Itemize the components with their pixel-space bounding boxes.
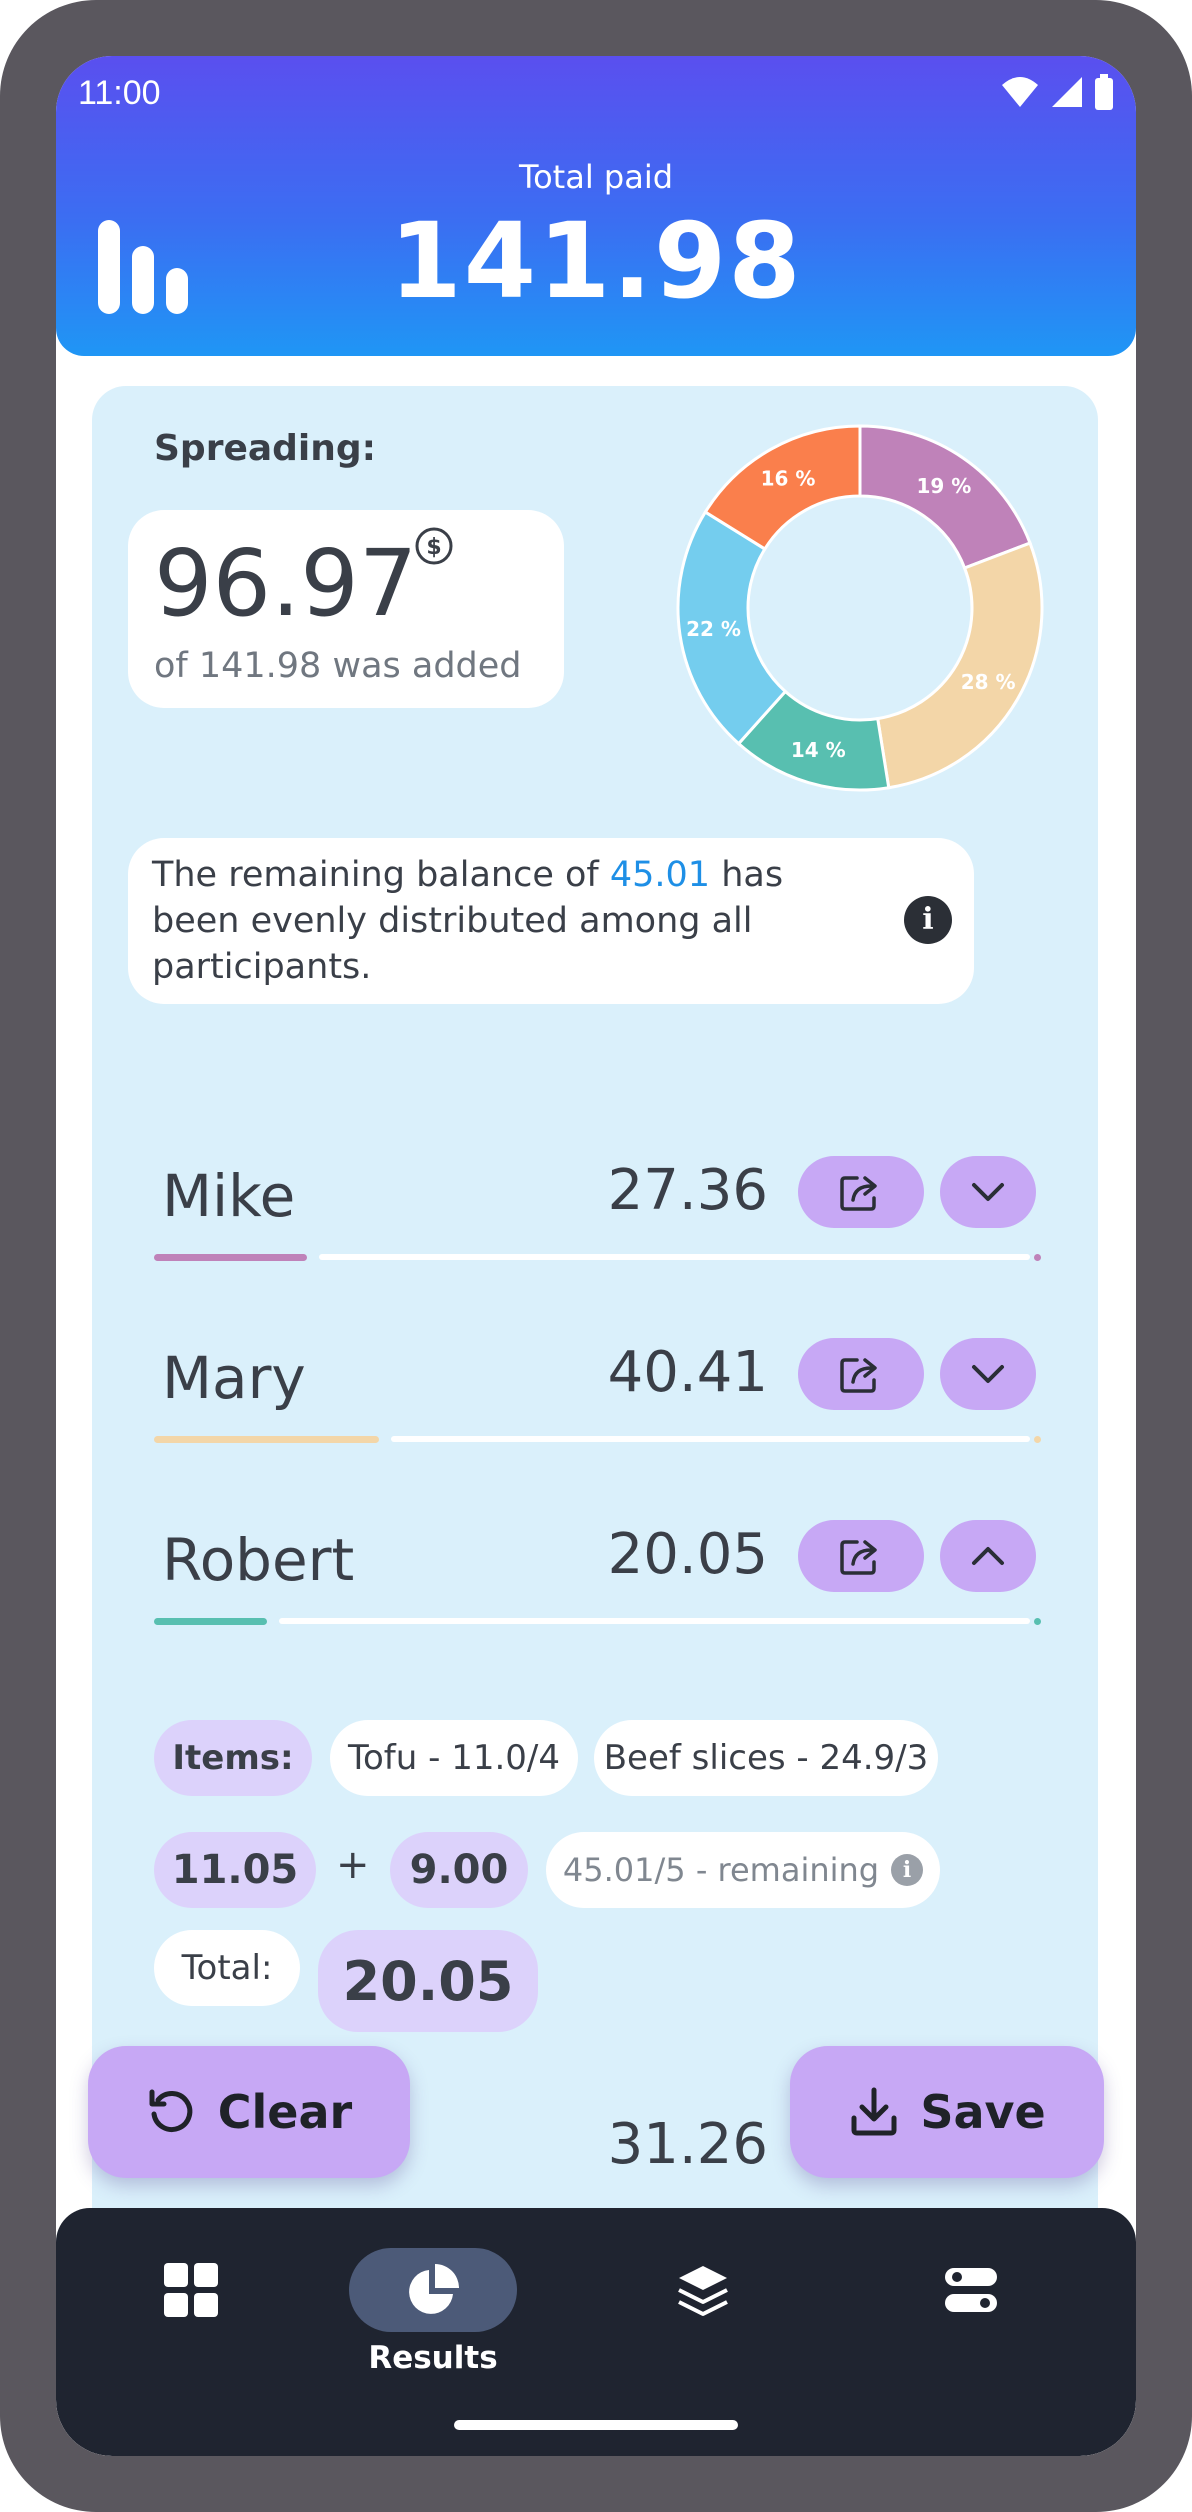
item-chip: Beef slices - 24.9/3 (594, 1720, 938, 1796)
donut-slice-label: 28 % (961, 670, 1016, 694)
remaining-explanation-text: 45.01/5 - remaining (562, 1851, 880, 1889)
share-icon (840, 1176, 877, 1211)
person-amount: 31.26 (607, 2112, 768, 2177)
remaining-share-chip: 9.00 (390, 1832, 528, 1908)
person-row-robert[interactable]: Robert 20.05 (92, 1520, 1098, 1680)
results-card: Spreading: 96.97 $ of 141.98 was added 1… (92, 386, 1098, 2286)
expand-button[interactable] (940, 1338, 1036, 1410)
pie-chart-icon (409, 2264, 459, 2314)
share-bar-end-dot (1034, 1436, 1041, 1443)
person-name: Robert (162, 1526, 355, 1594)
item-chip: Tofu - 11.0/4 (330, 1720, 578, 1796)
nav-item-overview[interactable] (106, 2248, 276, 2398)
chevron-down-icon (972, 1183, 1004, 1201)
nav-item-layers[interactable] (618, 2248, 788, 2398)
person-total-chip: 20.05 (318, 1930, 538, 2032)
share-bar-track (319, 1254, 1030, 1260)
info-text-before: The remaining balance of (152, 855, 610, 895)
battery-icon (1095, 74, 1113, 110)
share-button[interactable] (798, 1338, 924, 1410)
donut-slice-label: 22 % (686, 617, 741, 641)
donut-slice (875, 541, 1044, 790)
donut-slice-label: 14 % (791, 738, 846, 762)
grid-icon (164, 2263, 218, 2317)
collapse-button[interactable] (940, 1520, 1036, 1592)
person-name: Mary (162, 1344, 306, 1412)
share-icon (840, 1540, 877, 1575)
info-icon[interactable]: i (891, 1854, 924, 1886)
dollar-circle-icon: $ (415, 527, 453, 565)
person-amount: 27.36 (607, 1158, 768, 1223)
nav-pill (619, 2248, 787, 2332)
download-icon (851, 2087, 897, 2136)
share-icon (840, 1358, 877, 1393)
spreading-donut-chart: 19 % 28 % 14 % 22 % 16 % (676, 424, 1044, 792)
donut-slice-label: 19 % (917, 474, 972, 498)
expand-button[interactable] (940, 1156, 1036, 1228)
nav-item-settings[interactable] (886, 2248, 1056, 2398)
clear-button[interactable]: Clear (88, 2046, 410, 2178)
spreading-title: Spreading: (154, 428, 377, 469)
share-bar-track (391, 1436, 1030, 1442)
nav-item-results[interactable]: Results (348, 2248, 518, 2398)
added-summary: 96.97 $ of 141.98 was added (128, 510, 564, 708)
nav-pill (107, 2248, 275, 2332)
share-bar-end-dot (1034, 1618, 1041, 1625)
person-row-mike[interactable]: Mike 27.36 (92, 1156, 1098, 1316)
wifi-icon (1002, 77, 1038, 107)
items-label-chip: Items: (154, 1720, 312, 1796)
person-row-mary[interactable]: Mary 40.41 (92, 1338, 1098, 1498)
share-bar (154, 1618, 267, 1625)
remaining-balance-info: The remaining balance of 45.01 has been … (128, 838, 974, 1004)
nav-pill-active (349, 2248, 517, 2332)
save-button[interactable]: Save (790, 2046, 1104, 2178)
nav-pill (887, 2248, 1055, 2332)
remaining-balance-value: 45.01 (609, 855, 711, 895)
save-label: Save (920, 2085, 1046, 2139)
status-icons (1000, 74, 1114, 110)
signal-icon (1052, 77, 1082, 107)
added-caption: of 141.98 was added (154, 646, 522, 686)
chevron-down-icon (972, 1365, 1004, 1383)
status-bar: 11:00 (78, 66, 1114, 116)
share-bar-end-dot (1034, 1254, 1041, 1261)
person-amount: 20.05 (607, 1522, 768, 1587)
bottom-navigation: Results (56, 2208, 1136, 2456)
chevron-up-icon (972, 1547, 1004, 1565)
person-name: Mike (162, 1162, 296, 1230)
status-time: 11:00 (78, 74, 161, 112)
total-paid-label: Total paid (518, 158, 674, 196)
svg-text:$: $ (426, 535, 441, 560)
clear-label: Clear (217, 2085, 353, 2139)
remaining-explanation-chip: 45.01/5 - remaining i (546, 1832, 940, 1908)
share-button[interactable] (798, 1156, 924, 1228)
total-header: 11:00 Total paid 141.98 (56, 56, 1136, 356)
person-amount: 40.41 (607, 1340, 768, 1405)
app-screen: 11:00 Total paid 141.98 Spreading: 96.97… (56, 56, 1136, 2456)
nav-label-results: Results (368, 2340, 498, 2376)
remaining-balance-text: The remaining balance of 45.01 has been … (152, 852, 852, 990)
info-icon[interactable]: i (904, 896, 952, 944)
added-value: 96.97 (154, 530, 418, 637)
total-paid-value: 141.98 (389, 200, 803, 322)
home-indicator[interactable] (454, 2420, 738, 2430)
share-bar-track (279, 1618, 1030, 1624)
share-bar (154, 1254, 307, 1261)
plus-sign: + (336, 1842, 370, 1888)
undo-icon (149, 2089, 193, 2132)
total-label-chip: Total: (154, 1930, 300, 2006)
share-bar (154, 1436, 379, 1443)
donut-slice-label: 16 % (761, 467, 816, 491)
settings-toggle-icon (945, 2268, 997, 2312)
share-button[interactable] (798, 1520, 924, 1592)
layers-icon (678, 2266, 728, 2316)
items-sum-chip: 11.05 (154, 1832, 316, 1908)
